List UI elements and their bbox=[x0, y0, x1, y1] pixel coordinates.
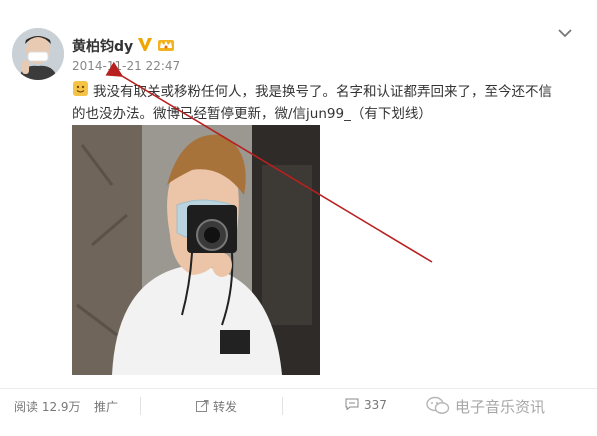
post-text-line-2: 的也没办法。微博已经暂停更新，微/信jun99_（有下划线） bbox=[72, 106, 432, 122]
share-icon bbox=[196, 400, 209, 412]
repost-button[interactable]: 转发 bbox=[196, 398, 237, 415]
post-text-line-1: 我没有取关或移粉任何人，我是换号了。名字和认证都弄回来了，至今还不信 bbox=[93, 84, 552, 100]
username[interactable]: 黄柏钧dy bbox=[72, 36, 133, 56]
repost-label: 转发 bbox=[213, 400, 238, 414]
post-timestamp[interactable]: 2014-11-21 22:47 bbox=[72, 59, 180, 73]
chevron-down-icon[interactable] bbox=[557, 27, 573, 39]
weibo-post: 黄柏钧dy 2014-11-21 22:47 我没有取关或移粉任何人，我是换号了… bbox=[0, 0, 597, 436]
avatar[interactable] bbox=[12, 28, 64, 80]
promote-button[interactable]: 推广 bbox=[94, 398, 118, 415]
wechat-icon bbox=[426, 396, 450, 414]
comment-button[interactable]: 337 bbox=[345, 398, 387, 412]
vip-crown-icon[interactable] bbox=[157, 37, 175, 52]
read-count: 阅读 12.9万 bbox=[14, 400, 81, 414]
watermark: 电子音乐资讯 bbox=[455, 398, 546, 416]
post-photo[interactable] bbox=[72, 125, 320, 375]
comment-icon bbox=[345, 398, 359, 411]
divider bbox=[140, 397, 141, 415]
divider bbox=[282, 397, 283, 415]
smile-emoji-icon bbox=[73, 81, 88, 96]
verified-v-icon bbox=[138, 38, 152, 51]
comment-count: 337 bbox=[364, 398, 387, 412]
